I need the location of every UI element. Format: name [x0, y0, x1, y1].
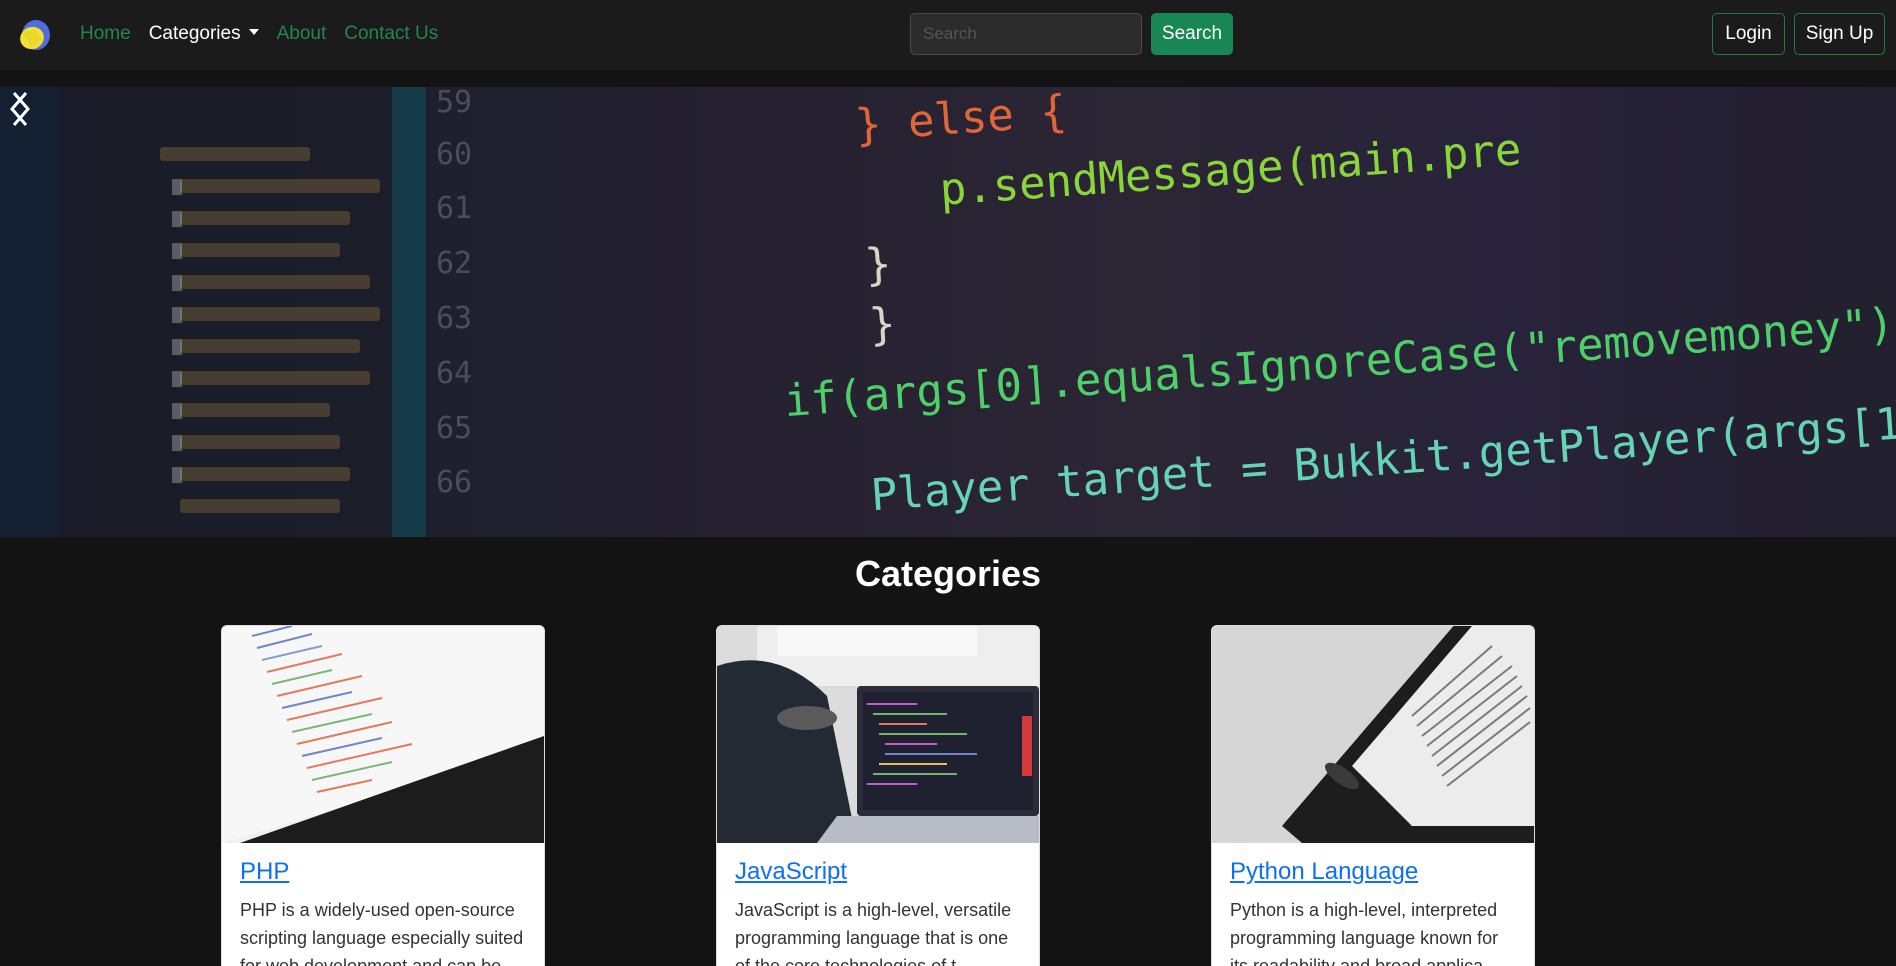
- nav-categories-label: Categories: [148, 23, 241, 44]
- line-number: 64: [436, 356, 472, 391]
- python-card-text: Python is a high-level, interpreted prog…: [1230, 900, 1499, 966]
- hero-code-image: 59 60 61 62 63 64 65 66 } else { p.sendM…: [0, 87, 1896, 537]
- category-card-python: Python Language Python is a high-level, …: [1211, 625, 1535, 966]
- code-line: }: [867, 298, 897, 351]
- line-number: 65: [436, 411, 472, 446]
- nav-contact-link[interactable]: Contact Us: [344, 23, 438, 45]
- navbar: Home Categories About Contact Us Search …: [0, 0, 1896, 70]
- javascript-card-body: JavaScript JavaScript is a high-level, v…: [735, 858, 1025, 966]
- categories-heading: Categories: [854, 553, 1042, 594]
- line-number: 61: [436, 191, 472, 226]
- carousel-next-button[interactable]: [0, 87, 40, 131]
- line-number: 60: [436, 137, 472, 172]
- line-number: 62: [436, 246, 472, 281]
- nav-links: Home Categories About Contact Us: [80, 0, 438, 68]
- code-line: }: [863, 238, 893, 291]
- hero-left-panel: [0, 87, 60, 537]
- login-button[interactable]: Login: [1712, 13, 1785, 55]
- hero-carousel: 59 60 61 62 63 64 65 66 } else { p.sendM…: [0, 87, 1896, 537]
- python-card-image: [1212, 626, 1534, 843]
- python-card-body: Python Language Python is a high-level, …: [1230, 858, 1520, 966]
- php-card-image: [222, 626, 544, 843]
- line-number: 66: [436, 465, 472, 500]
- caret-down-icon: [248, 29, 259, 35]
- python-card-title-link[interactable]: Python Language: [1230, 858, 1418, 886]
- search-button[interactable]: Search: [1151, 13, 1233, 55]
- php-card-text: PHP is a widely-used open-source scripti…: [240, 900, 524, 966]
- nav-about-link[interactable]: About: [277, 23, 327, 45]
- code-line: if(args[0].equalsIgnoreCase("removemoney…: [782, 293, 1896, 427]
- hero-divider: [392, 87, 426, 537]
- signup-button[interactable]: Sign Up: [1794, 13, 1885, 55]
- line-number: 59: [436, 87, 472, 120]
- javascript-card-image: [717, 626, 1039, 843]
- javascript-card-title-link[interactable]: JavaScript: [735, 858, 847, 886]
- php-card-body: PHP PHP is a widely-used open-source scr…: [240, 858, 530, 966]
- javascript-card-text: JavaScript is a high-level, versatile pr…: [735, 900, 1012, 966]
- code-line: } else {: [853, 87, 1068, 152]
- site-logo[interactable]: [14, 17, 52, 53]
- search-input[interactable]: [910, 13, 1142, 55]
- line-number: 63: [436, 301, 472, 336]
- nav-categories-dropdown[interactable]: Categories: [149, 23, 259, 45]
- php-card-title-link[interactable]: PHP: [240, 858, 289, 886]
- nav-home-link[interactable]: Home: [80, 23, 131, 45]
- chevron-right-icon: [12, 92, 30, 126]
- category-card-javascript: JavaScript JavaScript is a high-level, v…: [716, 625, 1040, 966]
- category-card-php: PHP PHP is a widely-used open-source scr…: [221, 625, 545, 966]
- code-line: Player target = Bukkit.getPlayer(args[1]…: [869, 395, 1896, 522]
